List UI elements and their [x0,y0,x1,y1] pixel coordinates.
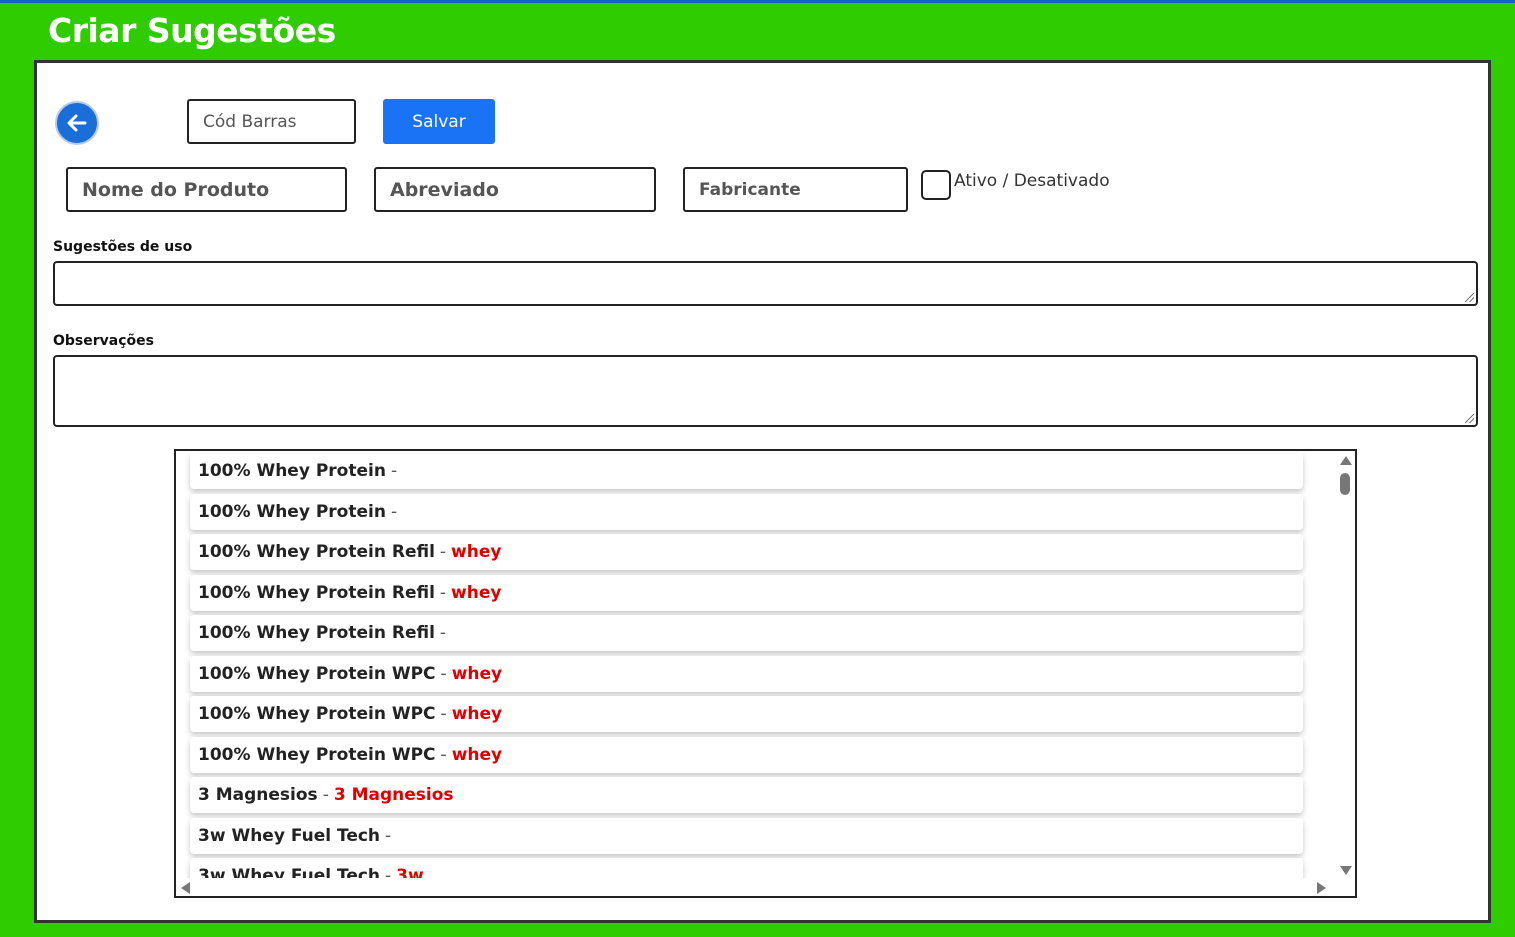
usage-suggestions-textarea[interactable] [53,261,1478,306]
scroll-left-icon[interactable] [181,882,190,894]
notes-label: Observações [53,333,154,349]
list-item[interactable]: 100% Whey Protein WPC - whey [190,655,1303,692]
product-list[interactable]: 100% Whey Protein -100% Whey Protein -100%… [174,449,1357,898]
arrow-left-icon [67,114,87,132]
list-item[interactable]: 100% Whey Protein Refil - whey [190,574,1303,611]
abbreviation-input[interactable]: Abreviado [374,167,656,212]
horizontal-scrollbar[interactable] [176,878,1336,896]
form-panel: Cód Barras Salvar Nome do Produto Abrevi… [34,60,1491,923]
abbreviation-placeholder: Abreviado [390,178,499,201]
usage-suggestions-label: Sugestões de uso [53,239,193,255]
barcode-input[interactable]: Cód Barras [187,99,356,144]
list-item-separator: - [440,663,447,684]
list-item-name: 3 Magnesios [198,785,318,805]
list-item[interactable]: 100% Whey Protein Refil - [190,615,1303,651]
list-item-separator: - [440,704,447,724]
list-item-tag: whey [451,542,502,562]
list-item-name: 100% Whey Protein WPC [198,704,436,724]
barcode-placeholder: Cód Barras [203,111,297,132]
vertical-scrollbar[interactable] [1335,451,1355,879]
list-item-name: 100% Whey Protein [198,501,386,522]
scroll-right-icon[interactable] [1317,882,1326,894]
manufacturer-input[interactable]: Fabricante [683,167,908,212]
list-item-name: 100% Whey Protein WPC [198,744,436,765]
list-item-name: 100% Whey Protein Refil [198,542,435,562]
product-name-input[interactable]: Nome do Produto [66,167,347,212]
scroll-down-icon[interactable] [1340,866,1352,875]
list-item[interactable]: 100% Whey Protein WPC - whey [190,736,1303,773]
list-item-tag: whey [451,582,502,603]
list-item-separator: - [439,542,447,562]
list-item-name: 100% Whey Protein Refil [198,582,435,603]
manufacturer-placeholder: Fabricante [699,179,801,200]
notes-textarea[interactable] [53,355,1478,427]
list-item-tag: whey [451,744,503,765]
scroll-thumb[interactable] [1340,473,1350,495]
list-item-tag: whey [451,704,503,724]
list-item-tag: 3 Magnesios [333,785,454,805]
list-item[interactable]: 100% Whey Protein WPC - whey [190,696,1303,732]
list-item[interactable]: 100% Whey Protein - [190,453,1303,489]
list-item-name: 100% Whey Protein WPC [198,663,436,684]
list-item-separator: - [390,501,398,522]
page-title: Criar Sugestões [48,11,336,50]
list-item-separator: - [322,785,329,805]
active-checkbox-label: Ativo / Desativado [954,171,1110,191]
resize-handle[interactable] [1465,293,1474,302]
list-item[interactable]: 3w Whey Fuel Tech - [190,817,1303,854]
list-item[interactable]: 3 Magnesios -3 Magnesios [190,777,1303,813]
list-item-separator: - [390,461,398,481]
list-item-separator: - [439,623,447,643]
resize-handle[interactable] [1465,414,1474,423]
list-item-name: 100% Whey Protein [198,461,386,481]
back-button[interactable] [55,101,99,145]
active-checkbox[interactable] [921,170,951,200]
scroll-up-icon[interactable] [1340,456,1352,465]
list-item-name: 3w Whey Fuel Tech [198,825,381,846]
list-item-separator: - [385,825,392,846]
list-item-separator: - [439,582,447,603]
list-item-name: 100% Whey Protein Refil [198,623,435,643]
product-list-items: 100% Whey Protein -100% Whey Protein -100%… [190,453,1303,896]
list-item-tag: whey [451,663,503,684]
list-item[interactable]: 100% Whey Protein - [190,493,1303,530]
list-item[interactable]: 100% Whey Protein Refil - whey [190,534,1303,570]
product-name-placeholder: Nome do Produto [82,178,270,201]
save-button[interactable]: Salvar [383,99,495,144]
list-item-separator: - [440,744,447,765]
